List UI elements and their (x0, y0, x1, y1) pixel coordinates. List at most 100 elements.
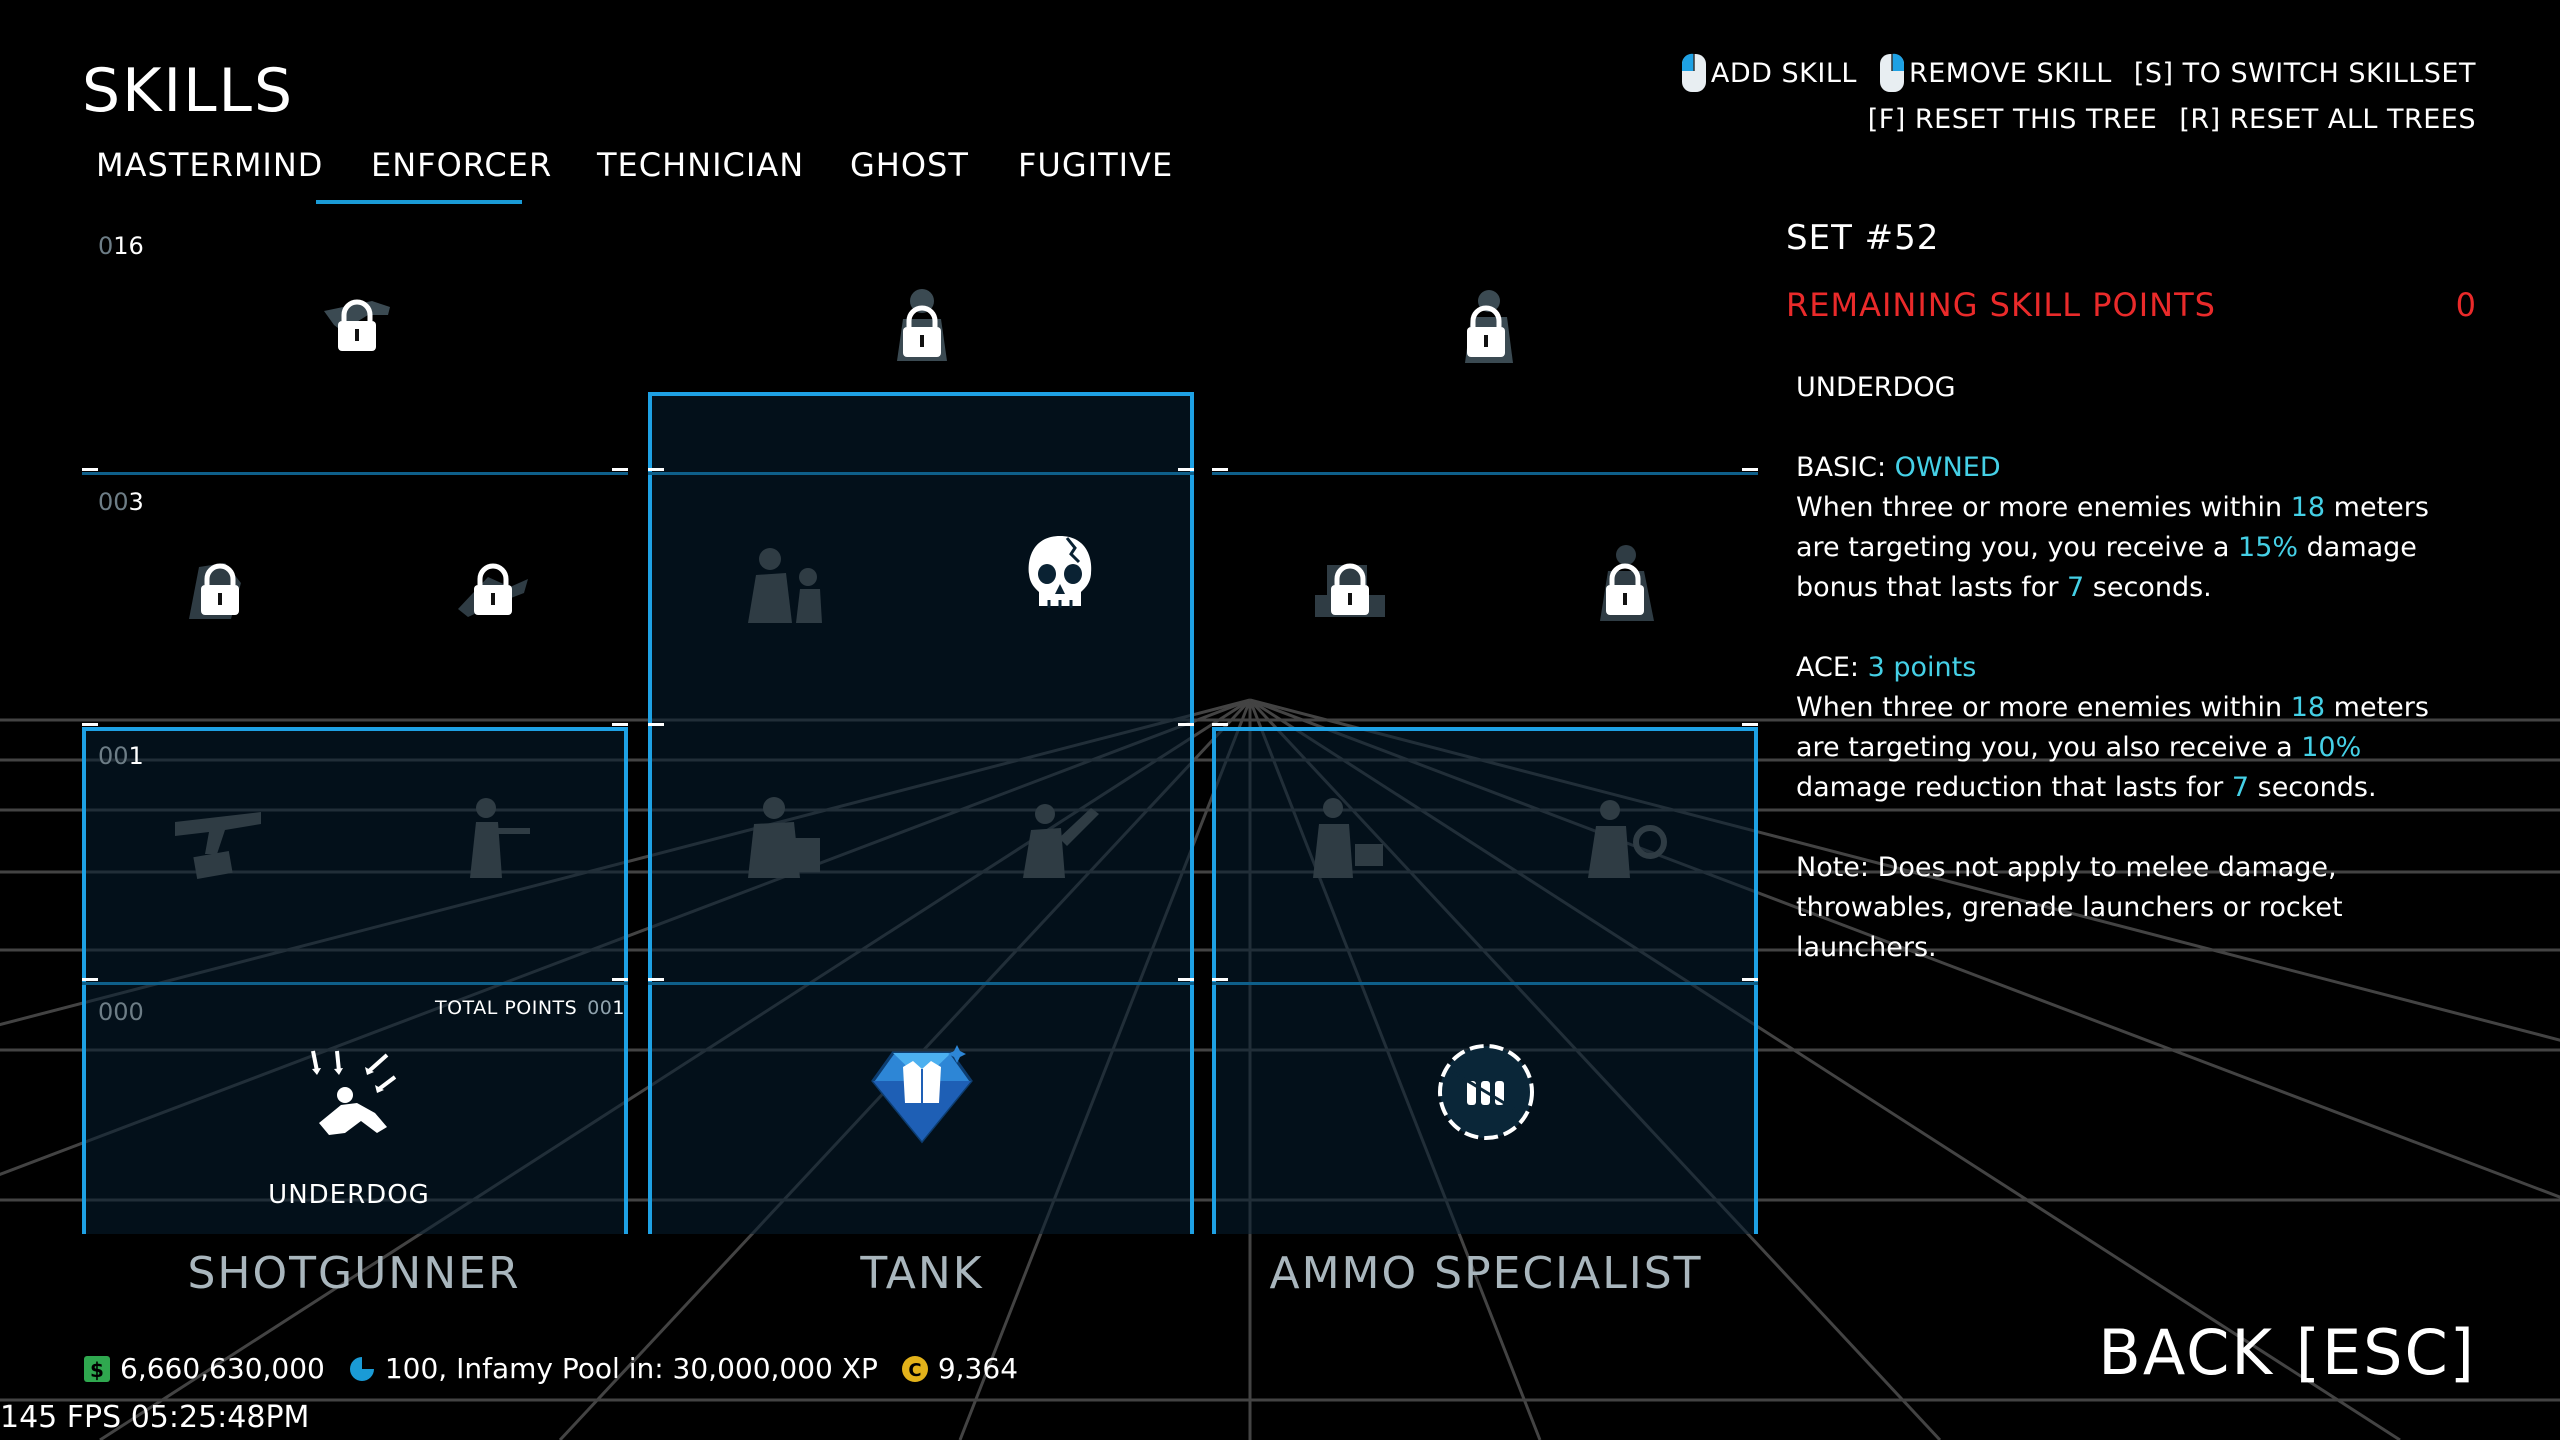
skill-description-title: UNDERDOG (1796, 372, 1956, 403)
skill-shotgunner-tier2-a[interactable] (165, 782, 275, 892)
ace-value-1: 18 (2290, 692, 2326, 723)
reset-tree-hint[interactable]: [F] RESET THIS TREE (1868, 104, 2158, 135)
tier-3-requirement-value: 3 (128, 488, 144, 516)
svg-text:C: C (908, 1360, 921, 1381)
basic-value-3: 7 (2067, 572, 2085, 603)
tier-separator (648, 723, 1194, 730)
remaining-skill-points-value: 0 (2455, 286, 2476, 324)
basic-value-2: 15% (2238, 532, 2299, 563)
tier-2-requirement-value: 1 (128, 742, 144, 770)
tier-4-requirement: 016 (98, 232, 144, 260)
coin-value: 9,364 (937, 1352, 1019, 1385)
column-title-shotgunner[interactable]: SHOTGUNNER (187, 1248, 520, 1299)
tab-fugitive[interactable]: FUGITIVE (1018, 146, 1173, 184)
skill-tank-tier2-a[interactable] (730, 782, 840, 892)
selected-skill-name: UNDERDOG (268, 1180, 430, 1210)
tier-2-requirement: 001 (98, 742, 144, 770)
sawblade-figure-icon (1588, 800, 1667, 878)
skill-shotgunner-tier3-b-locked[interactable] (438, 527, 548, 637)
svg-text:$: $ (90, 1358, 104, 1382)
tier-separator (648, 978, 1194, 985)
total-points-value: 1 (612, 997, 625, 1019)
active-tab-indicator (316, 200, 522, 204)
skill-ammo-specialist-tier2-a[interactable] (1295, 782, 1405, 892)
total-points-prefix: 00 (587, 997, 613, 1019)
tier-4-requirement-prefix: 0 (98, 232, 114, 260)
currency-bar: $ 6,660,630,000 100, Infamy Pool in: 30,… (82, 1352, 1018, 1385)
locked-skill-icon (897, 289, 947, 361)
skill-tank-tier3-b-owned[interactable] (1005, 522, 1115, 632)
back-button[interactable]: BACK [ESC] (2098, 1316, 2476, 1389)
switch-skillset-hint[interactable]: [S] TO SWITCH SKILLSET (2134, 58, 2476, 89)
infamy-icon (349, 1356, 374, 1381)
money-icon: $ (84, 1355, 110, 1382)
skill-tank-tier2-b[interactable] (1005, 782, 1115, 892)
skill-ammo-specialist-base-owned[interactable] (1431, 1037, 1541, 1147)
tier-1-requirement: 000 (98, 998, 144, 1026)
skill-ammo-specialist-tier3-b-locked[interactable] (1570, 527, 1680, 637)
control-hints: ADD SKILL REMOVE SKILL [S] TO SWITCH SKI… (1681, 50, 2476, 142)
melee-figure-icon (1023, 804, 1099, 878)
ammo-circle-icon (1438, 1044, 1534, 1140)
ace-label: ACE: (1796, 652, 1868, 683)
shotgun-icon (175, 812, 261, 879)
tier-4-requirement-value: 16 (113, 232, 144, 260)
tier-separator (1212, 978, 1758, 985)
tab-enforcer[interactable]: ENFORCER (371, 146, 552, 184)
tab-technician[interactable]: TECHNICIAN (597, 146, 804, 184)
tier-3-requirement-prefix: 00 (98, 488, 129, 516)
skill-underdog-selected[interactable] (299, 1037, 409, 1147)
skill-tank-tier3-a[interactable] (730, 527, 840, 637)
skill-tank-base-owned[interactable] (867, 1037, 977, 1147)
skill-ammo-specialist-tier4-locked[interactable] (1431, 271, 1541, 381)
add-skill-hint[interactable]: ADD SKILL (1681, 53, 1857, 93)
tier-separator (82, 978, 628, 985)
tier-separator (648, 468, 1194, 475)
locked-skill-icon (324, 299, 390, 351)
reset-all-trees-hint[interactable]: [R] RESET ALL TREES (2179, 104, 2476, 135)
locked-skill-icon (1315, 563, 1385, 617)
skill-shotgunner-tier2-b[interactable] (438, 782, 548, 892)
shotgunner-total-points: TOTAL POINTS 001 (435, 997, 625, 1019)
tier-1-requirement-prefix: 000 (98, 998, 144, 1026)
skill-tank-tier4-locked[interactable] (867, 271, 977, 381)
skill-description: UNDERDOG BASIC: OWNED When three or more… (1796, 368, 2476, 968)
money-value: 6,660,630,000 (120, 1352, 325, 1385)
basic-header: BASIC: OWNED (1796, 448, 2476, 488)
ace-description: When three or more enemies within 18 met… (1796, 688, 2476, 808)
tier-separator (82, 468, 628, 475)
tier-separator (1212, 723, 1758, 730)
locked-skill-icon (458, 563, 528, 617)
ace-cost: 3 points (1867, 652, 1977, 683)
basic-text-4: seconds. (2084, 572, 2212, 603)
ammo-bag-figure-icon (1313, 798, 1383, 878)
remove-skill-label: REMOVE SKILL (1908, 57, 2112, 89)
column-title-ammo-specialist[interactable]: AMMO SPECIALIST (1269, 1248, 1702, 1299)
locked-skill-icon (1465, 290, 1513, 363)
skill-note: Note: Does not apply to melee damage, th… (1796, 852, 2343, 963)
ace-value-2: 10% (2301, 732, 2362, 763)
column-title-tank[interactable]: TANK (860, 1248, 983, 1299)
tab-mastermind[interactable]: MASTERMIND (96, 146, 323, 184)
tier-2-requirement-prefix: 00 (98, 742, 129, 770)
skill-set-number: SET #52 (1786, 218, 1940, 258)
tab-ghost[interactable]: GHOST (850, 146, 969, 184)
fps-clock-overlay: 145 FPS 05:25:48PM (0, 1400, 310, 1435)
remaining-skill-points-label: REMAINING SKILL POINTS (1786, 286, 2216, 324)
left-mouse-button-icon (1681, 53, 1706, 92)
ace-text-4: seconds. (2249, 772, 2377, 803)
basic-description: When three or more enemies within 18 met… (1796, 488, 2476, 608)
underdog-icon (311, 1050, 397, 1135)
basic-text-1: When three or more enemies within (1796, 492, 2291, 523)
skill-shotgunner-tier3-a-locked[interactable] (165, 527, 275, 637)
skill-ammo-specialist-tier3-a-locked[interactable] (1295, 527, 1405, 637)
skill-ammo-specialist-tier2-b[interactable] (1570, 782, 1680, 892)
tier-separator (82, 723, 628, 730)
skill-shotgunner-tier4-locked[interactable] (302, 271, 412, 381)
ace-value-3: 7 (2231, 772, 2250, 803)
shooter-figure-icon (470, 798, 530, 878)
coin-icon: C (901, 1355, 928, 1382)
right-mouse-button-icon (1879, 53, 1904, 92)
remove-skill-hint[interactable]: REMOVE SKILL (1879, 53, 2112, 93)
tier-separator (1212, 468, 1758, 475)
